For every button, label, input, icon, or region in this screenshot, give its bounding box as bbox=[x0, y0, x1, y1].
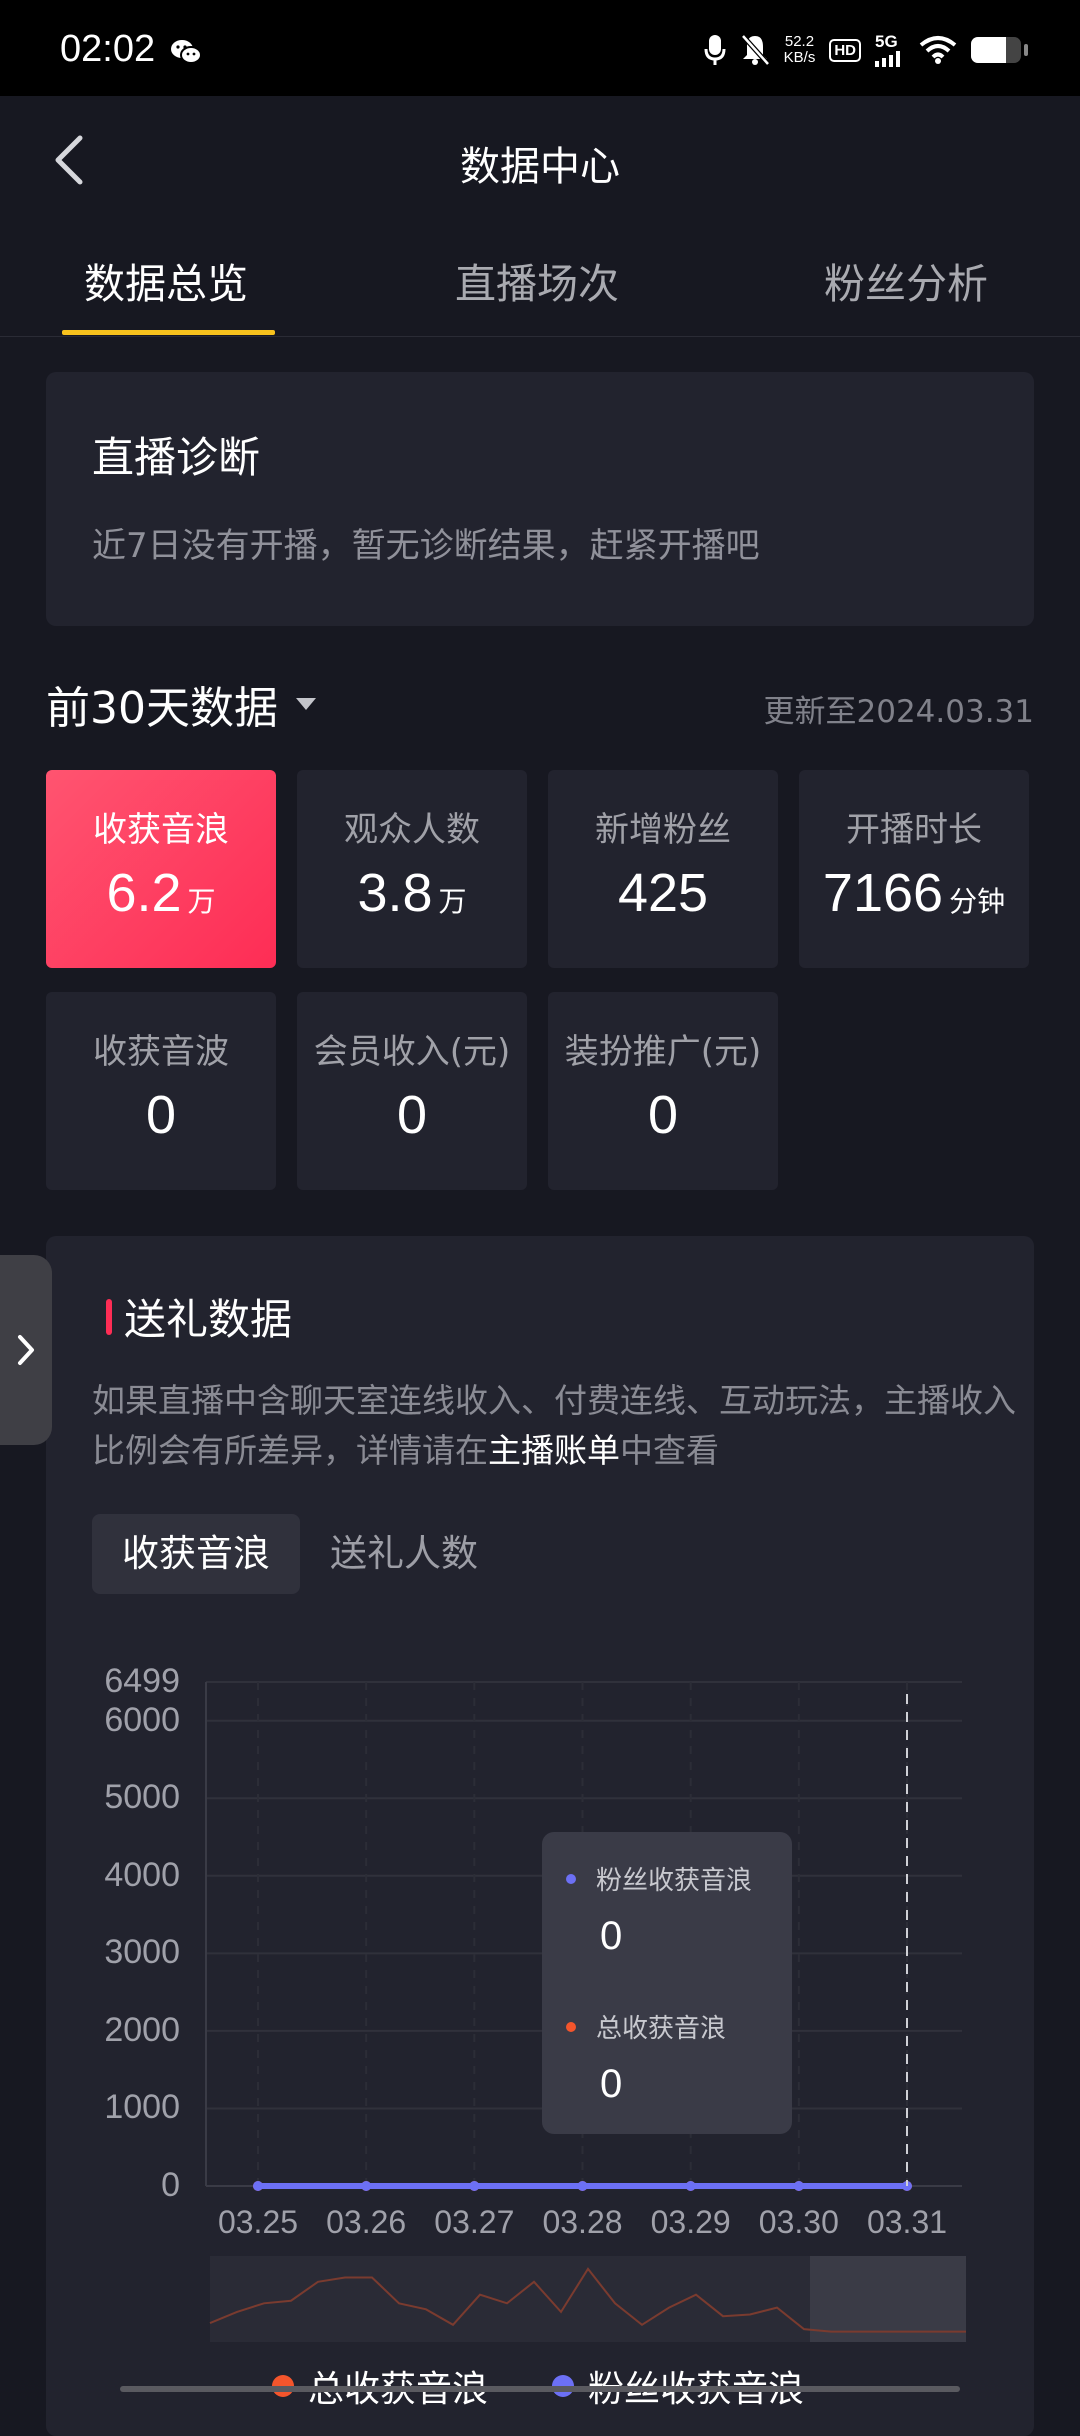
home-indicator[interactable] bbox=[120, 2386, 960, 2392]
tooltip-series-name: 粉丝收获音浪 bbox=[596, 1866, 753, 1896]
diagnosis-title: 直播诊断 bbox=[92, 433, 261, 482]
streamer-bill-link[interactable]: 主播账单 bbox=[488, 1431, 620, 1470]
tooltip-series-name: 总收获音浪 bbox=[596, 2014, 727, 2044]
status-bar: 02:02 52.2 KB/s HD 5G bbox=[0, 0, 1080, 96]
status-time: 02:02 bbox=[60, 28, 156, 70]
tab-active-indicator bbox=[62, 330, 275, 335]
side-panel-handle[interactable] bbox=[0, 1255, 52, 1445]
metric-number: 7166 bbox=[822, 863, 944, 923]
gift-description: 如果直播中含聊天室连线收入、付费连线、互动玩法，主播收入比例会有所差异，详情请在… bbox=[92, 1376, 1032, 1476]
metric-new-fans[interactable]: 新增粉丝 425 bbox=[548, 770, 778, 968]
gift-title: 送礼数据 bbox=[106, 1286, 292, 1347]
metric-sound-pulse[interactable]: 收获音波 0 bbox=[46, 992, 276, 1190]
metric-label: 会员收入(元) bbox=[313, 1032, 511, 1072]
network-type: 5G bbox=[875, 32, 898, 51]
metric-label: 新增粉丝 bbox=[595, 810, 731, 850]
metric-unit: 分钟 bbox=[949, 885, 1006, 918]
nav-bar: 数据中心 bbox=[0, 96, 1080, 220]
tab-live-sessions[interactable]: 直播场次 bbox=[455, 250, 619, 310]
metric-number: 3.8 bbox=[357, 863, 433, 923]
diagnosis-text: 近7日没有开播，暂无诊断结果，赶紧开播吧 bbox=[92, 526, 760, 566]
chevron-right-icon bbox=[18, 1335, 34, 1365]
metric-value: 6.2 万 bbox=[46, 862, 276, 924]
mute-bell-icon bbox=[740, 34, 770, 66]
metric-label: 收获音波 bbox=[93, 1032, 229, 1072]
tab-fan-analysis[interactable]: 粉丝分析 bbox=[824, 250, 988, 310]
live-diagnosis-card: 直播诊断 近7日没有开播，暂无诊断结果，赶紧开播吧 bbox=[46, 372, 1034, 626]
tooltip-dot bbox=[566, 1873, 576, 1884]
wechat-icon bbox=[171, 40, 202, 64]
tab-overview[interactable]: 数据总览 bbox=[84, 250, 248, 310]
microphone-icon bbox=[704, 35, 726, 65]
gift-desc-suffix: 中查看 bbox=[620, 1431, 719, 1470]
metric-viewers[interactable]: 观众人数 3.8 万 bbox=[297, 770, 527, 968]
metric-value: 0 bbox=[396, 1085, 428, 1145]
metric-value: 7166 分钟 bbox=[799, 862, 1029, 924]
chart-tooltip: 粉丝收获音浪 0 总收获音浪 0 bbox=[542, 1832, 792, 2134]
metric-live-duration[interactable]: 开播时长 7166 分钟 bbox=[799, 770, 1029, 968]
battery-icon bbox=[971, 37, 1021, 63]
gift-data-card: 送礼数据 如果直播中含聊天室连线收入、付费连线、互动玩法，主播收入比例会有所差异… bbox=[46, 1236, 1034, 2436]
metric-unit: 万 bbox=[438, 885, 467, 918]
metric-label: 观众人数 bbox=[344, 810, 480, 850]
tooltip-row-total: 总收获音浪 bbox=[566, 2008, 726, 2045]
metric-number: 425 bbox=[617, 863, 709, 923]
chart-tab-gifters[interactable]: 送礼人数 bbox=[330, 1514, 478, 1594]
metric-value: 425 bbox=[548, 862, 778, 924]
tab-bar: 数据总览 直播场次 粉丝分析 bbox=[0, 220, 1080, 337]
tooltip-value: 0 bbox=[600, 2062, 623, 2106]
metric-label: 开播时长 bbox=[846, 810, 982, 850]
metric-unit: 万 bbox=[187, 885, 216, 918]
period-label: 前30天数据 bbox=[46, 683, 278, 734]
metric-decoration-promo[interactable]: 装扮推广(元) 0 bbox=[548, 992, 778, 1190]
wifi-icon bbox=[919, 36, 957, 64]
battery-cap bbox=[1024, 44, 1028, 56]
network-speed-value: 52.2 bbox=[784, 33, 815, 50]
gift-title-text: 送礼数据 bbox=[124, 1295, 293, 1344]
updated-date: 更新至2024.03.31 bbox=[763, 694, 1035, 730]
metric-label: 装扮推广(元) bbox=[564, 1032, 762, 1072]
tooltip-value: 0 bbox=[600, 1914, 623, 1958]
network-speed: 52.2 KB/s bbox=[784, 34, 816, 66]
status-icons: 52.2 KB/s HD 5G bbox=[704, 30, 1028, 70]
metric-value: 3.8 万 bbox=[297, 862, 527, 924]
metric-member-income[interactable]: 会员收入(元) 0 bbox=[297, 992, 527, 1190]
page-title: 数据中心 bbox=[460, 144, 620, 190]
hd-badge: HD bbox=[829, 38, 861, 62]
cellular-signal-icon: 5G bbox=[875, 33, 905, 67]
metric-number: 6.2 bbox=[106, 863, 182, 923]
metric-label: 收获音浪 bbox=[93, 810, 229, 850]
metric-sound-waves[interactable]: 收获音浪 6.2 万 bbox=[46, 770, 276, 968]
metric-value: 0 bbox=[647, 1085, 679, 1145]
title-accent-bar bbox=[106, 1298, 112, 1335]
network-speed-unit: KB/s bbox=[783, 49, 816, 66]
dropdown-caret-icon bbox=[296, 698, 316, 710]
metric-value: 0 bbox=[145, 1085, 177, 1145]
tooltip-row-fans: 粉丝收获音浪 bbox=[566, 1860, 752, 1897]
tooltip-dot bbox=[566, 2021, 576, 2032]
period-selector[interactable]: 前30天数据 bbox=[46, 672, 316, 736]
chart-tab-sound-waves[interactable]: 收获音浪 bbox=[92, 1514, 300, 1594]
